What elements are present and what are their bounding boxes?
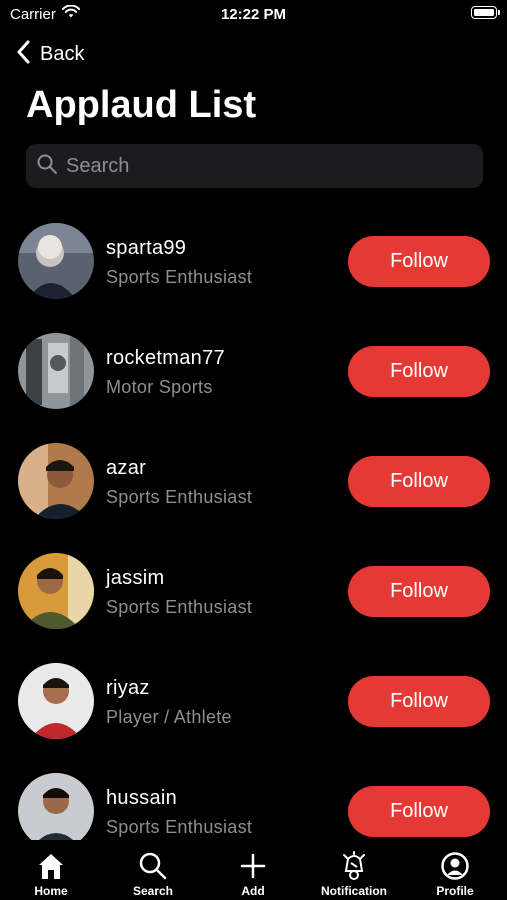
- back-label: Back: [40, 43, 85, 65]
- search-icon: [36, 153, 58, 180]
- tab-home[interactable]: Home: [1, 845, 101, 900]
- username: jassim: [106, 567, 165, 589]
- avatar[interactable]: [18, 663, 94, 739]
- profile-icon: [440, 851, 470, 886]
- home-icon: [36, 851, 66, 886]
- follow-button[interactable]: Follow: [348, 566, 490, 617]
- username: riyaz: [106, 677, 150, 699]
- tab-label: Notification: [321, 884, 387, 898]
- list-item: riyaz Player / Athlete Follow: [0, 645, 507, 755]
- chevron-left-icon: [16, 40, 30, 69]
- list-item: azar Sports Enthusiast Follow: [0, 425, 507, 535]
- list-item: rocketman77 Motor Sports Follow: [0, 315, 507, 425]
- avatar[interactable]: [18, 333, 94, 409]
- tab-search[interactable]: Search: [103, 845, 203, 900]
- avatar[interactable]: [18, 223, 94, 299]
- search-bar[interactable]: [26, 144, 483, 188]
- tab-label: Home: [34, 884, 68, 898]
- follow-button[interactable]: Follow: [348, 236, 490, 287]
- avatar[interactable]: [18, 553, 94, 629]
- follow-button[interactable]: Follow: [348, 346, 490, 397]
- page-title: Applaud List: [26, 84, 257, 126]
- tab-add[interactable]: Add: [203, 845, 303, 900]
- search-input[interactable]: [64, 153, 468, 179]
- back-button[interactable]: Back: [16, 40, 84, 69]
- list-item: jassim Sports Enthusiast Follow: [0, 535, 507, 645]
- tab-label: Add: [241, 884, 265, 898]
- plus-icon: [238, 851, 268, 886]
- tab-notification[interactable]: Notification: [304, 845, 404, 900]
- user-role: Player / Athlete: [106, 707, 232, 727]
- tab-label: Profile: [436, 884, 474, 898]
- applaud-list[interactable]: sparta99 Sports Enthusiast Follow rocket…: [0, 205, 507, 840]
- notification-icon: [339, 851, 369, 886]
- list-item: hussain Sports Enthusiast Follow: [0, 755, 507, 840]
- follow-button[interactable]: Follow: [348, 456, 490, 507]
- follow-button[interactable]: Follow: [348, 786, 490, 837]
- tab-bar: Home Search Add Notification Profile: [0, 845, 507, 900]
- username: azar: [106, 457, 147, 479]
- user-role: Sports Enthusiast: [106, 267, 253, 287]
- avatar[interactable]: [18, 443, 94, 519]
- tab-label: Search: [132, 884, 174, 898]
- user-role: Motor Sports: [106, 377, 213, 397]
- list-item: sparta99 Sports Enthusiast Follow: [0, 205, 507, 315]
- follow-button[interactable]: Follow: [348, 676, 490, 727]
- username: rocketman77: [106, 347, 225, 369]
- avatar[interactable]: [18, 773, 94, 840]
- tab-profile[interactable]: Profile: [405, 845, 505, 900]
- search-icon: [138, 851, 168, 886]
- user-role: Sports Enthusiast: [106, 487, 253, 507]
- user-role: Sports Enthusiast: [106, 817, 253, 837]
- user-role: Sports Enthusiast: [106, 597, 253, 617]
- clock: 12:22 PM: [220, 6, 287, 23]
- battery-icon: [471, 6, 500, 19]
- status-bar: Carrier 12:22 PM: [0, 0, 507, 30]
- username: hussain: [106, 787, 178, 809]
- username: sparta99: [106, 237, 187, 259]
